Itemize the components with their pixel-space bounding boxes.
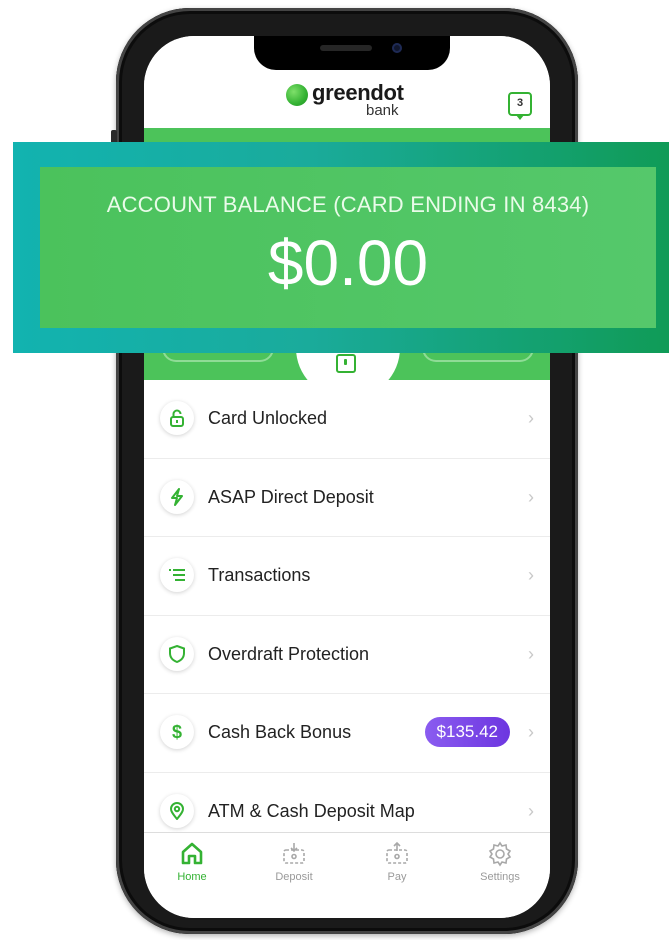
tab-label: Deposit [275, 871, 313, 883]
gear-icon [460, 841, 540, 867]
tab-label: Home [177, 871, 207, 883]
phone-notch [254, 36, 450, 70]
menu-item-transactions[interactable]: Transactions › [144, 537, 550, 616]
home-icon [152, 841, 232, 867]
tab-deposit[interactable]: Deposit [254, 841, 334, 883]
list-icon [160, 558, 194, 592]
tab-label: Settings [480, 871, 520, 883]
dollar-icon: $ [160, 715, 194, 749]
chevron-right-icon: › [528, 408, 534, 428]
chevron-right-icon: › [528, 643, 534, 664]
menu-list: Card Unlocked › ASAP Direct Deposit › Tr… [144, 380, 550, 851]
phone-camera [392, 43, 402, 53]
deposit-icon [254, 841, 334, 867]
menu-item-overdraft-protection[interactable]: Overdraft Protection › [144, 615, 550, 694]
chevron-right-icon: › [528, 486, 534, 507]
chevron-right-icon: › [528, 722, 534, 742]
tab-pay[interactable]: Pay [357, 841, 437, 883]
chevron-right-icon: › [528, 800, 534, 821]
menu-item-card-unlocked[interactable]: Card Unlocked › [144, 380, 550, 459]
menu-item-label: ASAP Direct Deposit [208, 486, 374, 507]
map-pin-icon [160, 793, 194, 828]
lock-icon [160, 401, 194, 435]
tab-label: Pay [387, 871, 407, 883]
balance-title: ACCOUNT BALANCE (CARD ENDING IN 8434) [106, 192, 590, 217]
lightning-icon [160, 479, 194, 514]
balance-amount: $0.00 [267, 227, 429, 299]
menu-item-label: Overdraft Protection [208, 643, 370, 664]
inbox-icon[interactable]: 3 [508, 92, 532, 120]
menu-item-label: ATM & Cash Deposit Map [208, 800, 415, 821]
tab-bar: Home Deposit Pay Settings [144, 832, 550, 918]
menu-item-cash-back-bonus[interactable]: $ Cash Back Bonus $135.42 › [144, 694, 550, 773]
menu-item-label: Transactions [208, 565, 311, 585]
shield-icon [160, 636, 194, 671]
tab-settings[interactable]: Settings [460, 841, 540, 883]
pay-icon [357, 841, 437, 867]
menu-item-label: Cash Back Bonus [208, 722, 352, 742]
phone-speaker [320, 45, 372, 51]
menu-item-asap-direct-deposit[interactable]: ASAP Direct Deposit › [144, 458, 550, 537]
card-lock-icon [336, 354, 356, 373]
cash-back-badge: $135.42 [424, 717, 510, 747]
chevron-right-icon: › [528, 565, 534, 585]
logo-dot-icon [286, 84, 308, 106]
menu-item-label: Card Unlocked [208, 408, 328, 428]
logo-sub: bank [366, 102, 399, 119]
tab-home[interactable]: Home [152, 841, 232, 883]
